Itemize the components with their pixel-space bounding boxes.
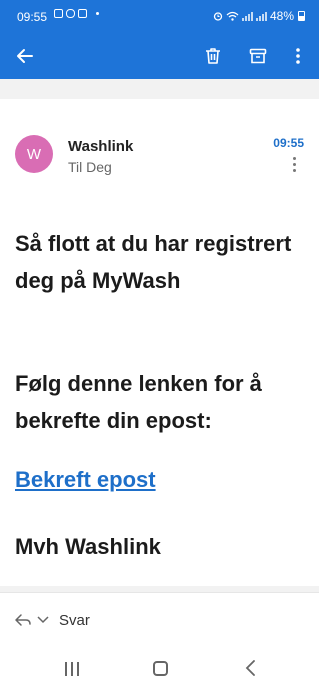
avatar[interactable]: W <box>15 135 53 173</box>
system-icons: 48% <box>213 9 305 23</box>
alarm-icon <box>213 12 223 21</box>
message-card: W Washlink Til Deg 09:55 Så flott at du … <box>0 99 319 586</box>
signature: Mvh Washlink <box>15 534 161 559</box>
wifi-icon <box>226 11 239 21</box>
message-more-icon[interactable] <box>293 157 297 175</box>
reply-button[interactable]: Svar <box>59 612 90 629</box>
status-bar: 09:55 48% <box>0 0 319 33</box>
message-thread: W Washlink Til Deg 09:55 Så flott at du … <box>0 79 319 592</box>
instagram-notification-icon <box>66 9 75 18</box>
home-icon[interactable] <box>153 661 168 676</box>
body-paragraph-2: Følg denne lenken for å bekrefte din epo… <box>15 371 262 433</box>
chevron-down-icon[interactable] <box>37 616 49 624</box>
notification-icons <box>54 9 99 18</box>
archive-icon[interactable] <box>245 43 271 69</box>
signal-icon-2 <box>255 11 267 21</box>
gallery-notification-icon <box>54 9 63 18</box>
app-bar <box>0 33 319 79</box>
battery-percent: 48% <box>269 9 294 23</box>
signal-icon <box>241 11 253 21</box>
teams-notification-icon <box>78 9 87 18</box>
arrow-left-icon[interactable] <box>12 43 38 69</box>
system-nav-bar <box>0 644 319 691</box>
status-time: 09:55 <box>17 10 48 24</box>
message-time: 09:55 <box>273 136 304 150</box>
thread-spacer <box>0 79 319 99</box>
more-notifications-icon <box>96 12 99 15</box>
sender-name[interactable]: Washlink <box>68 138 133 155</box>
body-paragraph-1: Så flott at du har registrert deg på MyW… <box>15 231 292 293</box>
reply-bar[interactable]: Svar <box>0 592 319 644</box>
battery-icon <box>298 11 305 21</box>
confirm-email-link[interactable]: Bekreft epost <box>15 467 156 493</box>
recipient-label[interactable]: Til Deg <box>68 159 112 175</box>
trash-icon[interactable] <box>200 43 226 69</box>
back-icon[interactable] <box>244 660 256 676</box>
recent-apps-icon[interactable] <box>65 662 79 676</box>
reply-icon[interactable] <box>14 612 32 628</box>
more-vertical-icon[interactable] <box>285 43 311 69</box>
